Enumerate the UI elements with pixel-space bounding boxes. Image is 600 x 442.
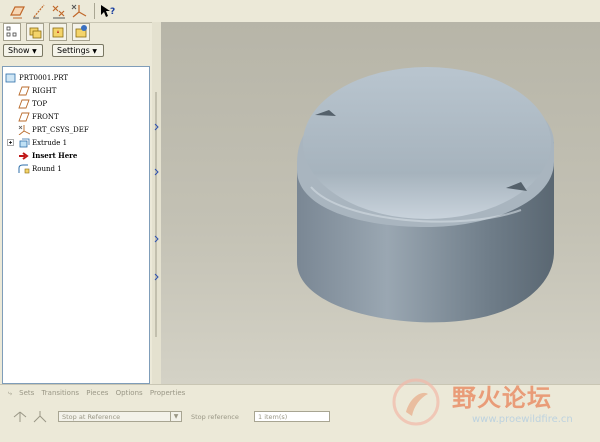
- datum-plane-icon: [18, 86, 30, 96]
- tab-properties[interactable]: Properties: [150, 389, 185, 397]
- model-tree-tab[interactable]: [3, 23, 21, 41]
- tab-sets[interactable]: Sets: [19, 389, 34, 397]
- tab-options[interactable]: Options: [116, 389, 143, 397]
- pin-icon: ⤷: [8, 389, 12, 397]
- datum-toolbar: ?: [0, 0, 600, 23]
- tree-item-label: RIGHT: [32, 87, 57, 95]
- tree-item-label: PRT0001.PRT: [19, 74, 69, 82]
- tree-item-top[interactable]: TOP: [18, 98, 138, 110]
- caret-down-icon: ▼: [32, 48, 37, 55]
- datum-axis-display-icon[interactable]: [30, 3, 48, 19]
- settings-label: Settings: [57, 46, 90, 55]
- tree-item-label: Extrude 1: [32, 139, 68, 147]
- dashboard-tabs: ⤷ Sets Transitions Pieces Options Proper…: [8, 389, 190, 398]
- toolbar-separator: [94, 3, 95, 19]
- show-label: Show: [8, 46, 30, 55]
- svg-text:?: ?: [110, 7, 115, 17]
- tree-item-extrude[interactable]: Extrude 1: [7, 137, 137, 149]
- datum-plane-icon: [18, 99, 30, 109]
- part-icon: [5, 73, 17, 83]
- watermark-url: www.proewildfire.cn: [472, 414, 573, 425]
- expand-plus-icon[interactable]: [7, 138, 15, 148]
- tree-item-round[interactable]: Round 1: [18, 163, 138, 175]
- web-connection-tab[interactable]: [72, 23, 90, 41]
- graphics-window[interactable]: [161, 22, 600, 384]
- tree-item-right[interactable]: RIGHT: [18, 85, 138, 97]
- whats-this-help-icon[interactable]: ?: [99, 3, 117, 19]
- navigator-tabs: [0, 22, 152, 44]
- tree-item-csys[interactable]: PRT_CSYS_DEF: [18, 124, 138, 136]
- tree-item-insert-here[interactable]: Insert Here: [18, 150, 138, 162]
- tree-item-label: Round 1: [32, 165, 62, 173]
- watermark-title: 野火论坛: [452, 384, 552, 412]
- tree-item-label: TOP: [32, 100, 48, 108]
- stop-reference-label: Stop reference: [191, 413, 239, 421]
- stop-at-value: Stop at Reference: [62, 413, 121, 421]
- tree-item-part[interactable]: PRT0001.PRT: [5, 72, 125, 84]
- stop-reference-field[interactable]: 1 item(s): [254, 411, 330, 422]
- datum-point-display-icon[interactable]: [50, 3, 68, 19]
- chevron-down-icon: ▼: [170, 412, 181, 421]
- tab-pieces[interactable]: Pieces: [86, 389, 108, 397]
- coordinate-system-display-icon[interactable]: [70, 3, 88, 19]
- tree-item-label: Insert Here: [32, 151, 78, 160]
- insert-arrow-icon: [18, 151, 30, 161]
- tree-item-label: FRONT: [32, 113, 59, 121]
- forum-watermark: 野火论坛 www.proewildfire.cn: [388, 372, 593, 432]
- part-model-graphic: [297, 67, 554, 323]
- datum-plane-display-icon[interactable]: [8, 3, 26, 19]
- datum-plane-icon: [18, 112, 30, 122]
- navigator-splitter[interactable]: [152, 22, 161, 384]
- tree-item-front[interactable]: FRONT: [18, 111, 138, 123]
- favorites-tab[interactable]: [49, 23, 67, 41]
- tab-transitions[interactable]: Transitions: [42, 389, 80, 397]
- chain-icon[interactable]: [12, 409, 28, 423]
- settings-dropdown[interactable]: Settings ▼: [52, 44, 104, 57]
- caret-down-icon: ▼: [92, 48, 97, 55]
- stop-at-select[interactable]: Stop at Reference ▼: [58, 411, 182, 422]
- csys-icon: [18, 125, 31, 136]
- round-icon: [18, 164, 30, 174]
- tree-item-label: PRT_CSYS_DEF: [32, 126, 89, 134]
- folder-browser-tab[interactable]: [26, 23, 44, 41]
- model-tree: PRT0001.PRT RIGHT TOP FRONT PRT_CSYS_DEF…: [2, 66, 150, 384]
- extrude-icon: [18, 138, 30, 148]
- show-dropdown[interactable]: Show ▼: [3, 44, 43, 57]
- tangent-chain-icon[interactable]: [32, 409, 48, 423]
